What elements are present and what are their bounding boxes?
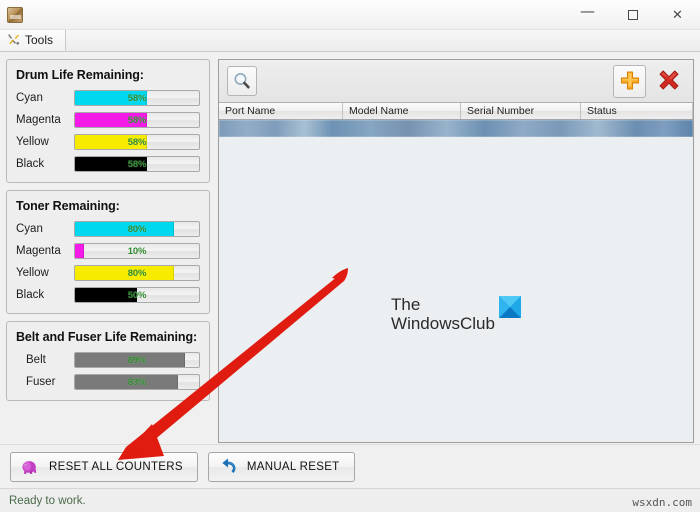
drum-row-black: Black 58%	[16, 155, 200, 173]
main-body: Drum Life Remaining: Cyan 58% Magenta 58…	[0, 52, 700, 444]
action-button-bar: RESET ALL COUNTERS MANUAL RESET	[0, 444, 700, 488]
toner-label-magenta: Magenta	[16, 245, 61, 257]
toner-label-cyan: Cyan	[16, 223, 43, 235]
toner-value-magenta: 10%	[127, 245, 147, 257]
add-device-button[interactable]	[613, 64, 646, 98]
belt-fuser-panel: Belt and Fuser Life Remaining: Belt 89% …	[6, 321, 210, 401]
elephant-icon	[22, 460, 37, 474]
drum-life-panel: Drum Life Remaining: Cyan 58% Magenta 58…	[6, 59, 210, 183]
search-button[interactable]	[227, 66, 257, 96]
manual-reset-button[interactable]: MANUAL RESET	[207, 451, 355, 482]
reset-all-counters-button[interactable]: RESET ALL COUNTERS	[10, 451, 198, 482]
column-header-model-name[interactable]: Model Name	[343, 103, 461, 119]
device-toolbar	[219, 60, 693, 102]
watermark: The WindowsClub	[391, 295, 521, 333]
drum-meter-black: 58%	[74, 156, 200, 172]
window-controls: — ✕	[565, 0, 700, 30]
toner-value-yellow: 80%	[127, 267, 147, 279]
column-header-status[interactable]: Status	[581, 103, 693, 119]
status-bar: Ready to work. wsxdn.com	[0, 488, 700, 512]
app-icon	[7, 7, 23, 23]
toner-row-cyan: Cyan 80%	[16, 220, 200, 238]
drum-value-magenta: 58%	[127, 114, 147, 126]
fuser-value: 83%	[127, 376, 147, 388]
delete-device-button[interactable]	[652, 65, 685, 98]
belt-value: 89%	[127, 354, 147, 366]
close-icon: ✕	[672, 7, 683, 23]
toner-row-yellow: Yellow 80%	[16, 264, 200, 282]
toner-meter-black: 50%	[74, 287, 200, 303]
toner-meter-cyan: 80%	[74, 221, 200, 237]
fuser-label: Fuser	[26, 376, 56, 388]
toner-meter-magenta: 10%	[74, 243, 200, 259]
belt-label: Belt	[26, 354, 46, 366]
drum-row-magenta: Magenta 58%	[16, 111, 200, 129]
toner-meter-yellow: 80%	[74, 265, 200, 281]
column-header-port-name[interactable]: Port Name	[219, 103, 343, 119]
tab-strip: Tools	[0, 29, 700, 52]
tools-icon	[8, 34, 20, 45]
belt-fuser-title: Belt and Fuser Life Remaining:	[16, 330, 198, 344]
drum-value-cyan: 58%	[127, 92, 147, 104]
maximize-button[interactable]	[610, 0, 655, 30]
minimize-button[interactable]: —	[565, 0, 610, 30]
red-x-icon	[659, 70, 678, 90]
toner-row-black: Black 50%	[16, 286, 200, 304]
magnifier-icon	[234, 73, 250, 89]
watermark-text: The WindowsClub	[391, 295, 495, 333]
fuser-meter: 83%	[74, 374, 200, 390]
belt-meter: 89%	[74, 352, 200, 368]
drum-value-black: 58%	[127, 158, 147, 170]
belt-row: Belt 89%	[16, 351, 200, 369]
tools-window: — ✕ Tools Drum Life Remaining: Cyan 58% …	[0, 0, 700, 512]
watermark-line1: The	[391, 294, 421, 314]
close-button[interactable]: ✕	[655, 0, 700, 30]
toner-label-black: Black	[16, 289, 45, 301]
toner-label-yellow: Yellow	[16, 267, 49, 279]
drum-row-cyan: Cyan 58%	[16, 89, 200, 107]
reset-all-counters-label: RESET ALL COUNTERS	[49, 460, 183, 473]
drum-meter-yellow: 58%	[74, 134, 200, 150]
table-row[interactable]	[219, 120, 693, 137]
undo-arrow-icon	[222, 458, 236, 473]
drum-label-cyan: Cyan	[16, 92, 43, 104]
device-table-rows	[219, 120, 693, 137]
drum-row-yellow: Yellow 58%	[16, 133, 200, 151]
windowsclub-logo	[498, 295, 521, 318]
fuser-row: Fuser 83%	[16, 373, 200, 391]
column-header-serial-number[interactable]: Serial Number	[461, 103, 581, 119]
drum-label-yellow: Yellow	[16, 136, 49, 148]
drum-value-yellow: 58%	[127, 136, 147, 148]
drum-life-title: Drum Life Remaining:	[16, 68, 144, 82]
meters-column: Drum Life Remaining: Cyan 58% Magenta 58…	[6, 59, 210, 444]
minimize-icon: —	[580, 2, 595, 20]
tab-tools[interactable]: Tools	[0, 29, 67, 51]
toner-title: Toner Remaining:	[16, 199, 120, 213]
drum-meter-magenta: 58%	[74, 112, 200, 128]
maximize-icon	[627, 10, 638, 20]
toner-row-magenta: Magenta 10%	[16, 242, 200, 260]
manual-reset-label: MANUAL RESET	[246, 460, 340, 473]
corner-watermark: wsxdn.com	[632, 496, 692, 509]
device-table-body[interactable]: The WindowsClub	[219, 137, 693, 442]
toner-value-cyan: 80%	[127, 223, 147, 235]
toner-value-black: 50%	[127, 289, 147, 301]
watermark-line2: WindowsClub	[391, 313, 495, 333]
status-text: Ready to work.	[9, 494, 86, 507]
toner-panel: Toner Remaining: Cyan 80% Magenta 10% Ye…	[6, 190, 210, 314]
tab-label: Tools	[25, 32, 54, 47]
drum-label-magenta: Magenta	[16, 114, 61, 126]
device-table-header: Port Name Model Name Serial Number Statu…	[219, 102, 693, 120]
drum-meter-cyan: 58%	[74, 90, 200, 106]
plus-icon	[620, 71, 639, 90]
title-bar: — ✕	[0, 0, 700, 30]
device-list-panel: Port Name Model Name Serial Number Statu…	[218, 59, 694, 443]
drum-label-black: Black	[16, 158, 45, 170]
